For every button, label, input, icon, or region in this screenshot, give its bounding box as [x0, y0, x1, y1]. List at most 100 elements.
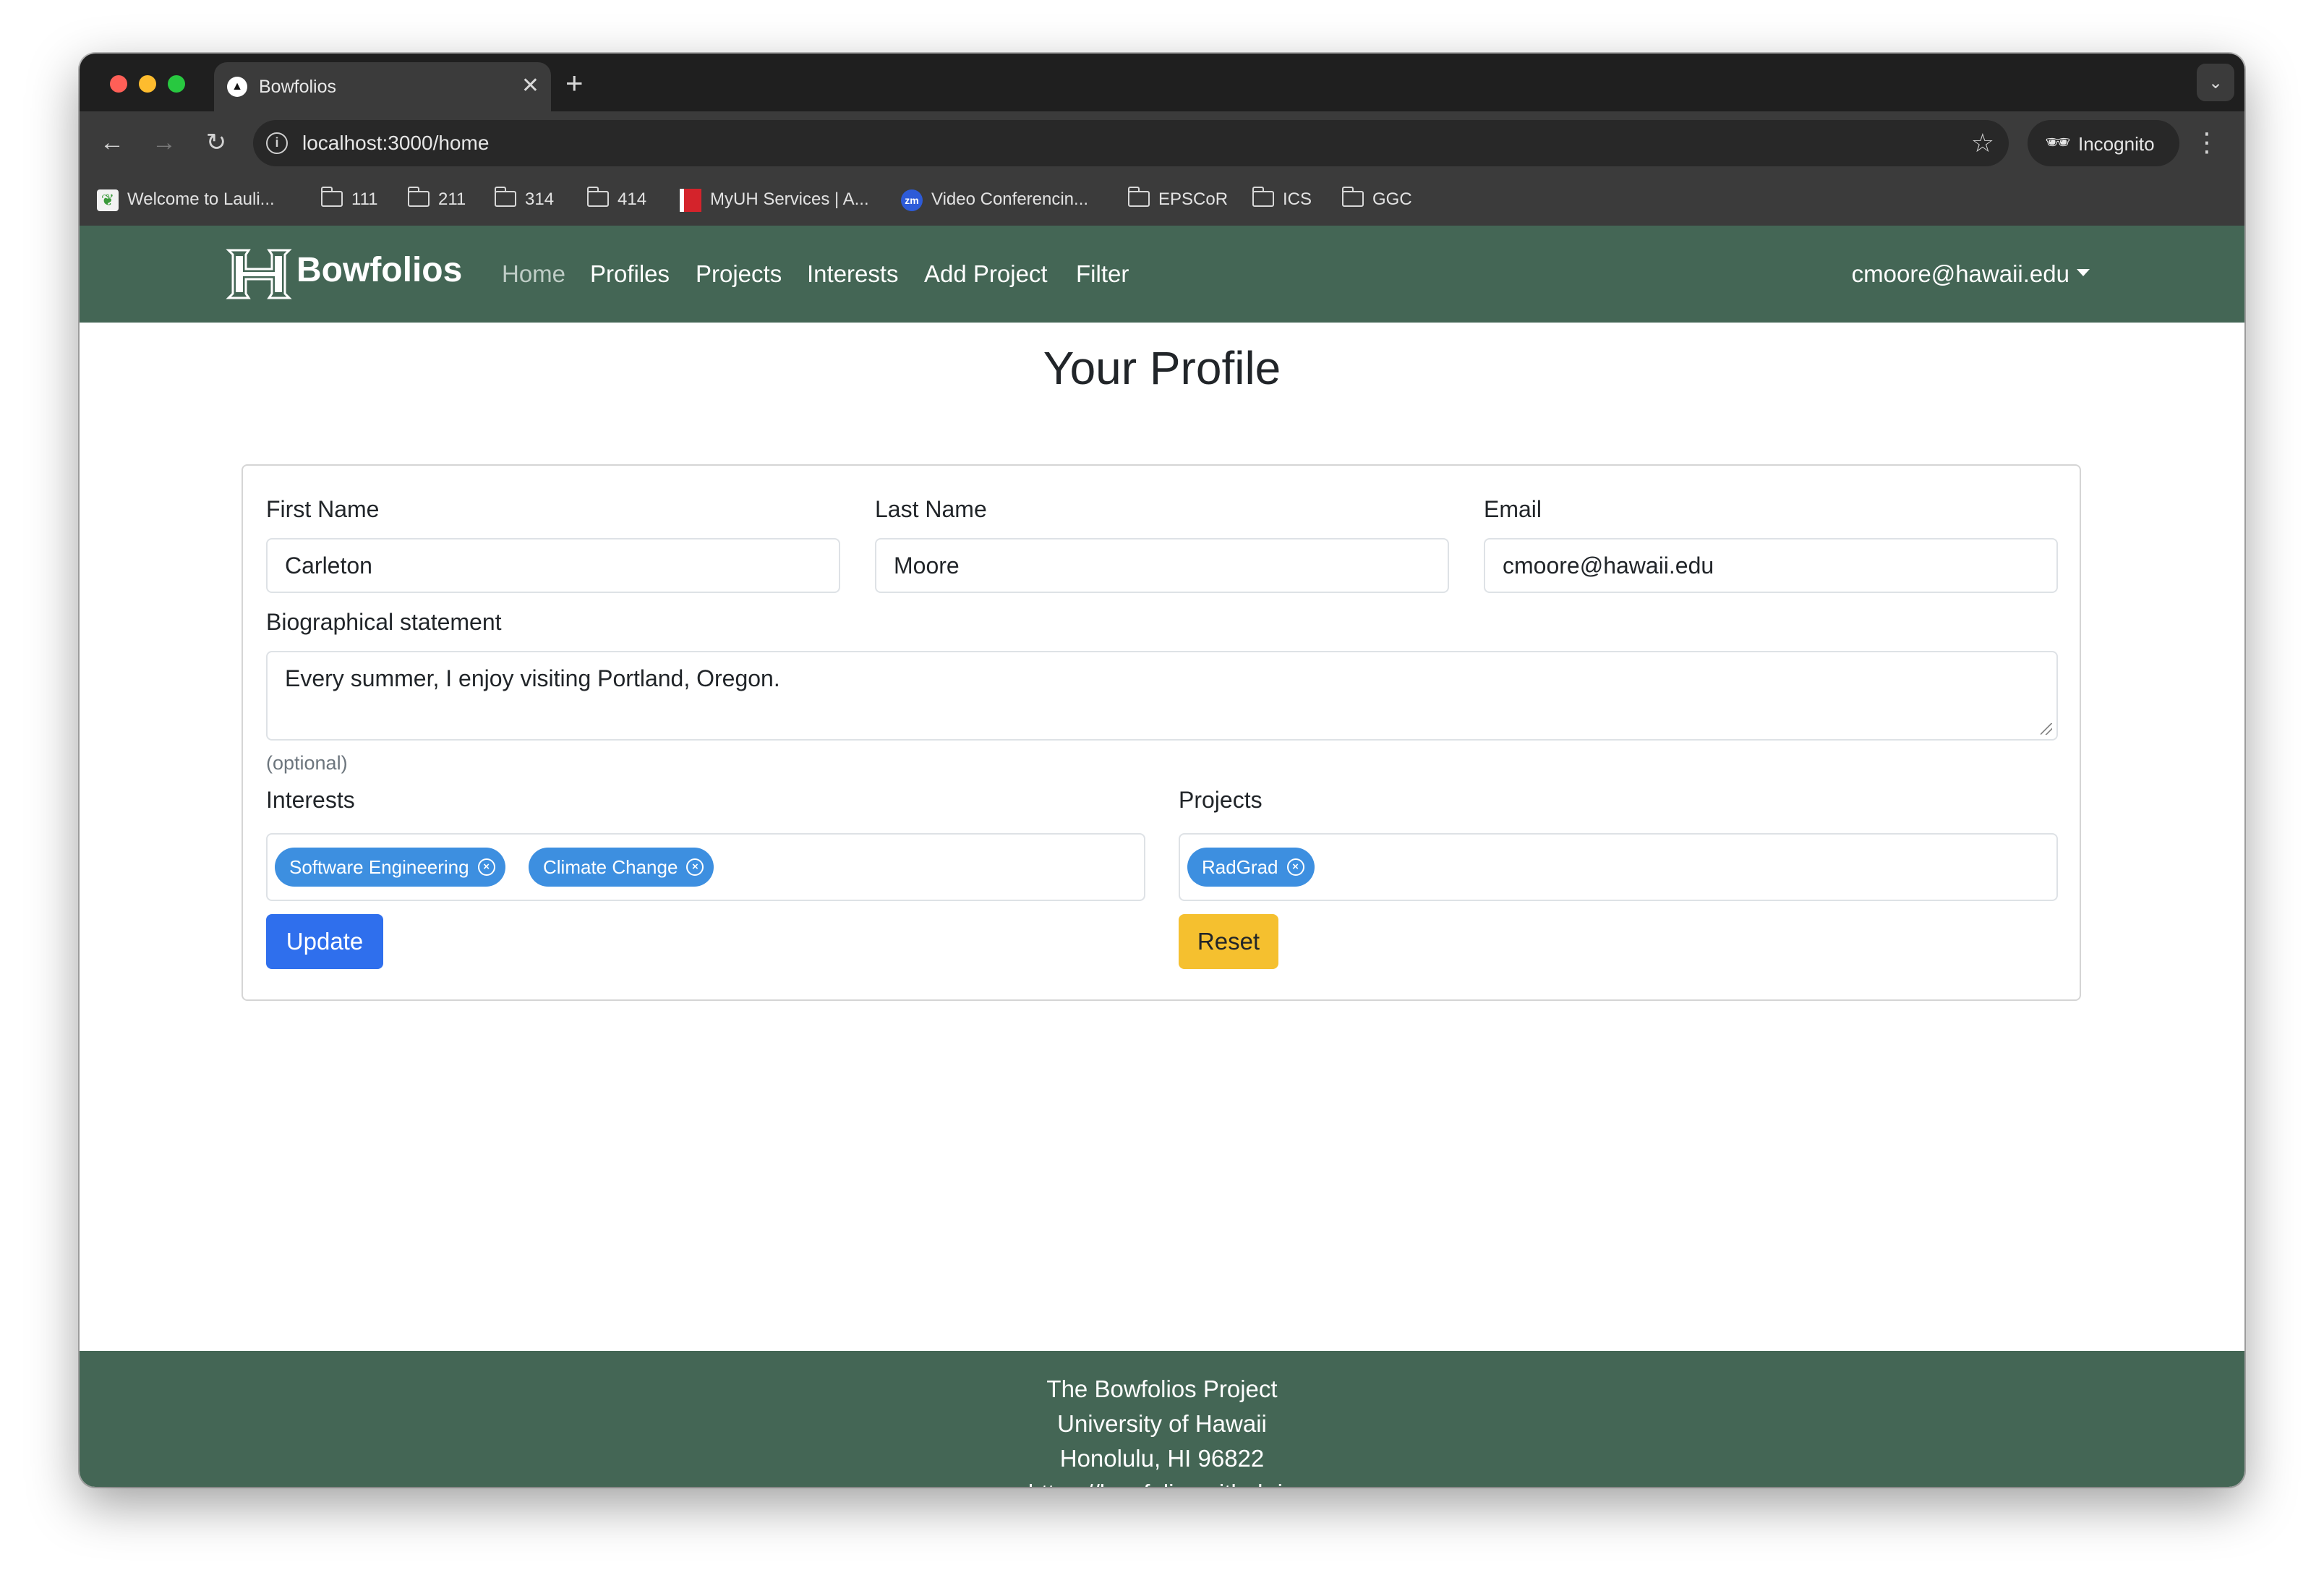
- user-email: cmoore@hawaii.edu: [1851, 260, 2069, 287]
- folder-icon: [586, 186, 609, 207]
- first-name-field[interactable]: Carleton: [266, 538, 840, 593]
- bookmark-folder[interactable]: GGC: [1341, 186, 1412, 211]
- bookmark-folder[interactable]: EPSCoR: [1127, 186, 1229, 211]
- bookmark-label: GGC: [1372, 189, 1412, 209]
- footer: The Bowfolios Project University of Hawa…: [80, 1351, 2244, 1487]
- incognito-indicator[interactable]: 🕶 Incognito: [2028, 120, 2179, 166]
- brand-name[interactable]: Bowfolios: [296, 250, 462, 290]
- bookmark-item[interactable]: ❦ Welcome to Lauli...: [97, 188, 275, 211]
- folder-icon: [1341, 186, 1364, 207]
- bio-help-text: (optional): [266, 752, 348, 774]
- bookmark-folder[interactable]: 111: [320, 186, 378, 211]
- browser-toolbar: ← → ↻ i localhost:3000/home ☆ 🕶 Incognit…: [80, 111, 2244, 174]
- remove-chip-icon[interactable]: ×: [477, 858, 495, 876]
- tab-strip: ▲ Bowfolios ✕ + ⌄: [80, 54, 2244, 111]
- remove-chip-icon[interactable]: ×: [686, 858, 704, 876]
- folder-icon: [1252, 186, 1274, 207]
- interest-chip[interactable]: Software Engineering ×: [275, 848, 505, 887]
- bookmark-label: ICS: [1283, 189, 1312, 209]
- profile-form-card: First Name Carleton Last Name Moore Emai…: [242, 464, 2081, 1001]
- new-tab-icon[interactable]: +: [565, 64, 584, 103]
- footer-address: Honolulu, HI 96822: [1059, 1445, 1265, 1472]
- interest-chip-label: Climate Change: [543, 856, 678, 878]
- email-label: Email: [1484, 496, 1542, 522]
- footer-website-link[interactable]: https://bowfolios.github.io: [1028, 1480, 1296, 1487]
- browser-window: ▲ Bowfolios ✕ + ⌄ ← → ↻ i localhost:3000…: [80, 54, 2244, 1487]
- nav-profiles[interactable]: Profiles: [590, 260, 670, 288]
- bookmark-label: EPSCoR: [1158, 189, 1229, 209]
- folder-icon: [407, 186, 430, 207]
- app-navbar: Bowfolios Home Profiles Projects Interes…: [80, 226, 2244, 323]
- zoom-icon: zm: [901, 189, 923, 211]
- incognito-label: Incognito: [2078, 133, 2155, 155]
- bookmark-folder[interactable]: 314: [494, 186, 555, 211]
- bookmark-folder[interactable]: ICS: [1252, 186, 1312, 211]
- bookmark-label: 111: [351, 189, 378, 209]
- bookmark-folder[interactable]: 414: [586, 186, 647, 211]
- tab-search-chevron-icon[interactable]: ⌄: [2197, 64, 2234, 101]
- folder-icon: [320, 186, 343, 207]
- close-window-button[interactable]: [110, 75, 127, 93]
- reset-button[interactable]: Reset: [1179, 914, 1278, 969]
- page-title: Your Profile: [1043, 342, 1281, 394]
- project-chip[interactable]: RadGrad ×: [1187, 848, 1315, 887]
- projects-label: Projects: [1179, 787, 1263, 813]
- footer-project-name: The Bowfolios Project: [1046, 1375, 1278, 1402]
- bookmark-folder[interactable]: 211: [407, 186, 466, 211]
- bookmark-label: Video Conferencin...: [931, 189, 1089, 209]
- forward-arrow-icon[interactable]: →: [146, 124, 182, 161]
- email-field[interactable]: cmoore@hawaii.edu: [1484, 538, 2058, 593]
- bookmark-label: 414: [618, 189, 647, 209]
- projects-multiselect[interactable]: RadGrad ×: [1179, 833, 2058, 901]
- folder-icon: [1127, 186, 1150, 207]
- nav-add-project[interactable]: Add Project: [924, 260, 1048, 288]
- interests-label: Interests: [266, 787, 355, 813]
- triangle-favicon-icon: ▲: [227, 77, 247, 97]
- bookmark-item[interactable]: MyUH Services | A...: [680, 188, 869, 212]
- back-arrow-icon[interactable]: ←: [94, 124, 130, 161]
- footer-university: University of Hawaii: [1057, 1410, 1267, 1437]
- bookmark-label: 314: [525, 189, 555, 209]
- incognito-icon: 🕶: [2045, 131, 2071, 153]
- update-button[interactable]: Update: [266, 914, 383, 969]
- browser-menu-icon[interactable]: ⋮: [2194, 123, 2220, 162]
- caret-down-icon: [2077, 269, 2090, 277]
- tab-title: Bowfolios: [259, 77, 336, 97]
- myuh-icon: [680, 188, 701, 212]
- bookmark-label: MyUH Services | A...: [710, 189, 869, 209]
- leaf-icon: ❦: [97, 189, 119, 211]
- user-dropdown[interactable]: cmoore@hawaii.edu: [1852, 260, 2090, 288]
- bookmark-item[interactable]: zm Video Conferencin...: [901, 188, 1088, 211]
- bookmark-star-icon[interactable]: ☆: [1971, 126, 1994, 161]
- interest-chip[interactable]: Climate Change ×: [529, 848, 714, 887]
- maximize-window-button[interactable]: [168, 75, 185, 93]
- footer-link-row: https://bowfolios.github.io: [80, 1480, 2244, 1487]
- site-info-icon[interactable]: i: [266, 132, 288, 154]
- nav-interests[interactable]: Interests: [807, 260, 899, 288]
- resize-grip-icon[interactable]: [2041, 723, 2052, 735]
- first-name-label: First Name: [266, 496, 380, 522]
- reload-icon[interactable]: ↻: [198, 124, 234, 161]
- last-name-label: Last Name: [875, 496, 987, 522]
- close-tab-icon[interactable]: ✕: [521, 74, 539, 98]
- folder-icon: [494, 186, 516, 207]
- nav-projects[interactable]: Projects: [696, 260, 782, 288]
- interests-multiselect[interactable]: Software Engineering × Climate Change ×: [266, 833, 1145, 901]
- web-page: Bowfolios Home Profiles Projects Interes…: [80, 226, 2244, 1487]
- interest-chip-label: Software Engineering: [289, 856, 469, 878]
- bookmarks-bar: ❦ Welcome to Lauli... 111 211 314 414 MyU…: [80, 174, 2244, 226]
- bookmark-label: 211: [438, 189, 466, 209]
- browser-tab[interactable]: ▲ Bowfolios ✕: [214, 62, 551, 111]
- minimize-window-button[interactable]: [139, 75, 156, 93]
- bookmark-label: Welcome to Lauli...: [127, 189, 275, 209]
- last-name-field[interactable]: Moore: [875, 538, 1449, 593]
- address-bar[interactable]: i localhost:3000/home ☆: [253, 120, 2009, 166]
- nav-home[interactable]: Home: [502, 260, 565, 288]
- nav-filter[interactable]: Filter: [1076, 260, 1129, 288]
- url-text[interactable]: localhost:3000/home: [302, 132, 489, 155]
- bio-text: Every summer, I enjoy visiting Portland,…: [285, 665, 780, 691]
- project-chip-label: RadGrad: [1202, 856, 1278, 878]
- remove-chip-icon[interactable]: ×: [1286, 858, 1304, 876]
- bio-textarea[interactable]: Every summer, I enjoy visiting Portland,…: [266, 651, 2058, 741]
- hawaii-h-logo-icon[interactable]: [224, 246, 294, 302]
